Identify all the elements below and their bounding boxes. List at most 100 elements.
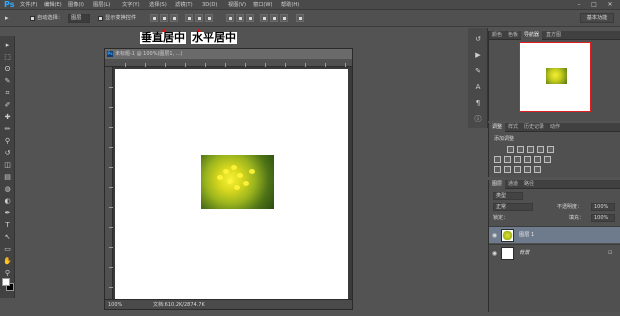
paragraph-icon[interactable]: ¶	[473, 98, 483, 108]
auto-select-dropdown[interactable]: 图层	[68, 14, 90, 23]
auto-align-button[interactable]	[296, 14, 304, 22]
align-horizontal-center-button[interactable]	[195, 14, 203, 22]
blend-mode-dropdown[interactable]: 正常	[493, 203, 533, 211]
document-size[interactable]: 文档:610.2K/2874.7K	[153, 300, 205, 310]
menu-file[interactable]: 文件(F)	[20, 0, 37, 10]
black-white-icon[interactable]	[514, 156, 521, 163]
foreground-color-swatch[interactable]	[2, 278, 10, 286]
quick-select-icon[interactable]: ✎	[3, 77, 12, 86]
restore-button[interactable]: □	[589, 1, 599, 9]
invert-icon[interactable]	[494, 166, 501, 173]
zoom-level[interactable]: 100%	[108, 300, 122, 310]
distribute-hcenter-button[interactable]	[270, 14, 278, 22]
distribute-right-button[interactable]	[280, 14, 288, 22]
history-brush-icon[interactable]: ↺	[3, 149, 12, 158]
hand-icon[interactable]: ✋	[3, 257, 12, 266]
align-left-button[interactable]	[185, 14, 193, 22]
color-balance-icon[interactable]	[504, 156, 511, 163]
workspace-switcher[interactable]: 基本功能	[580, 13, 614, 23]
dodge-icon[interactable]: ◐	[3, 197, 12, 206]
menu-help[interactable]: 帮助(H)	[281, 0, 299, 10]
character-icon[interactable]: A	[473, 82, 483, 92]
gradient-icon[interactable]: ▤	[3, 173, 12, 182]
type-icon[interactable]: T	[3, 221, 12, 230]
menu-view[interactable]: 视图(V)	[228, 0, 246, 10]
distribute-top-button[interactable]	[226, 14, 234, 22]
brush-presets-icon[interactable]: ✎	[473, 66, 483, 76]
channel-mixer-icon[interactable]	[534, 156, 541, 163]
color-lookup-icon[interactable]	[544, 156, 551, 163]
visibility-eye-icon[interactable]: ◉	[491, 232, 498, 239]
exposure-icon[interactable]	[537, 146, 544, 153]
stamp-icon[interactable]: ⚲	[3, 137, 12, 146]
threshold-icon[interactable]	[514, 166, 521, 173]
menu-window[interactable]: 窗口(W)	[253, 0, 273, 10]
opacity-field[interactable]: 100%	[591, 203, 615, 211]
distribute-vcenter-button[interactable]	[236, 14, 244, 22]
eraser-icon[interactable]: ◫	[3, 161, 12, 170]
close-button[interactable]: ✕	[605, 1, 615, 9]
path-select-icon[interactable]: ↖	[3, 233, 12, 242]
photo-filter-icon[interactable]	[524, 156, 531, 163]
tab-history[interactable]: 历史记录	[521, 123, 547, 132]
info-icon[interactable]: ⓘ	[473, 114, 483, 124]
selective-color-icon[interactable]	[534, 166, 541, 173]
levels-icon[interactable]	[517, 146, 524, 153]
tab-swatches[interactable]: 色板	[505, 31, 521, 40]
tab-actions[interactable]: 动作	[547, 123, 563, 132]
align-bottom-button[interactable]	[170, 14, 178, 22]
align-vertical-center-button[interactable]	[160, 14, 168, 22]
zoom-icon[interactable]: ⚲	[3, 269, 12, 278]
tab-paths[interactable]: 路径	[521, 180, 537, 189]
minimize-button[interactable]: –	[574, 1, 584, 9]
layer-filter-dropdown[interactable]: 类型	[493, 192, 523, 200]
healing-icon[interactable]: ✚	[3, 113, 12, 122]
document-canvas[interactable]	[115, 69, 348, 300]
menu-3d[interactable]: 3D(D)	[202, 0, 217, 10]
history-icon[interactable]: ↺	[473, 34, 483, 44]
crop-icon[interactable]: ⌗	[3, 89, 12, 98]
document-tab[interactable]: Ps 未标题-1 @ 100%(图层1, ...)	[105, 49, 352, 59]
tab-color[interactable]: 颜色	[489, 31, 505, 40]
distribute-left-button[interactable]	[260, 14, 268, 22]
move-icon[interactable]: ▸	[3, 41, 12, 50]
actions-icon[interactable]: ▶	[473, 50, 483, 60]
menu-select[interactable]: 选择(S)	[149, 0, 167, 10]
tab-channels[interactable]: 通道	[505, 180, 521, 189]
menu-layer[interactable]: 图层(L)	[93, 0, 110, 10]
brush-icon[interactable]: ✏	[3, 125, 12, 134]
move-tool-icon[interactable]: ▸	[5, 14, 9, 23]
menu-type[interactable]: 文字(Y)	[122, 0, 140, 10]
menu-filter[interactable]: 滤镜(T)	[175, 0, 193, 10]
marquee-icon[interactable]: ⬚	[3, 53, 12, 62]
menu-edit[interactable]: 编辑(E)	[44, 0, 62, 10]
menu-image[interactable]: 图像(I)	[68, 0, 84, 10]
show-transform-checkbox[interactable]	[98, 16, 103, 21]
align-top-button[interactable]	[150, 14, 158, 22]
tab-adjustments[interactable]: 调整	[489, 123, 506, 132]
brightness-icon[interactable]	[507, 146, 514, 153]
vertical-ruler[interactable]	[105, 67, 113, 299]
pen-icon[interactable]: ✒	[3, 209, 12, 218]
visibility-eye-icon[interactable]: ◉	[491, 250, 498, 257]
align-right-button[interactable]	[205, 14, 213, 22]
posterize-icon[interactable]	[504, 166, 511, 173]
layer-row[interactable]: ◉ 背景 ⊡	[489, 244, 620, 261]
auto-select-checkbox[interactable]	[30, 16, 35, 21]
navigator-preview[interactable]	[519, 42, 591, 112]
eyedropper-icon[interactable]: ✐	[3, 101, 12, 110]
shape-icon[interactable]: ▭	[3, 245, 12, 254]
tab-navigator[interactable]: 导航器	[521, 31, 543, 40]
lasso-icon[interactable]: ʘ	[3, 65, 12, 74]
tab-layers[interactable]: 图层	[489, 180, 506, 189]
tab-styles[interactable]: 样式	[505, 123, 521, 132]
vibrance-icon[interactable]	[547, 146, 554, 153]
curves-icon[interactable]	[527, 146, 534, 153]
distribute-bottom-button[interactable]	[246, 14, 254, 22]
gradient-map-icon[interactable]	[524, 166, 531, 173]
horizontal-ruler[interactable]	[105, 59, 352, 67]
layer-row[interactable]: ◉ 图层 1	[489, 226, 620, 243]
hue-saturation-icon[interactable]	[494, 156, 501, 163]
tab-histogram[interactable]: 直方图	[543, 31, 564, 40]
fill-field[interactable]: 100%	[591, 214, 615, 222]
